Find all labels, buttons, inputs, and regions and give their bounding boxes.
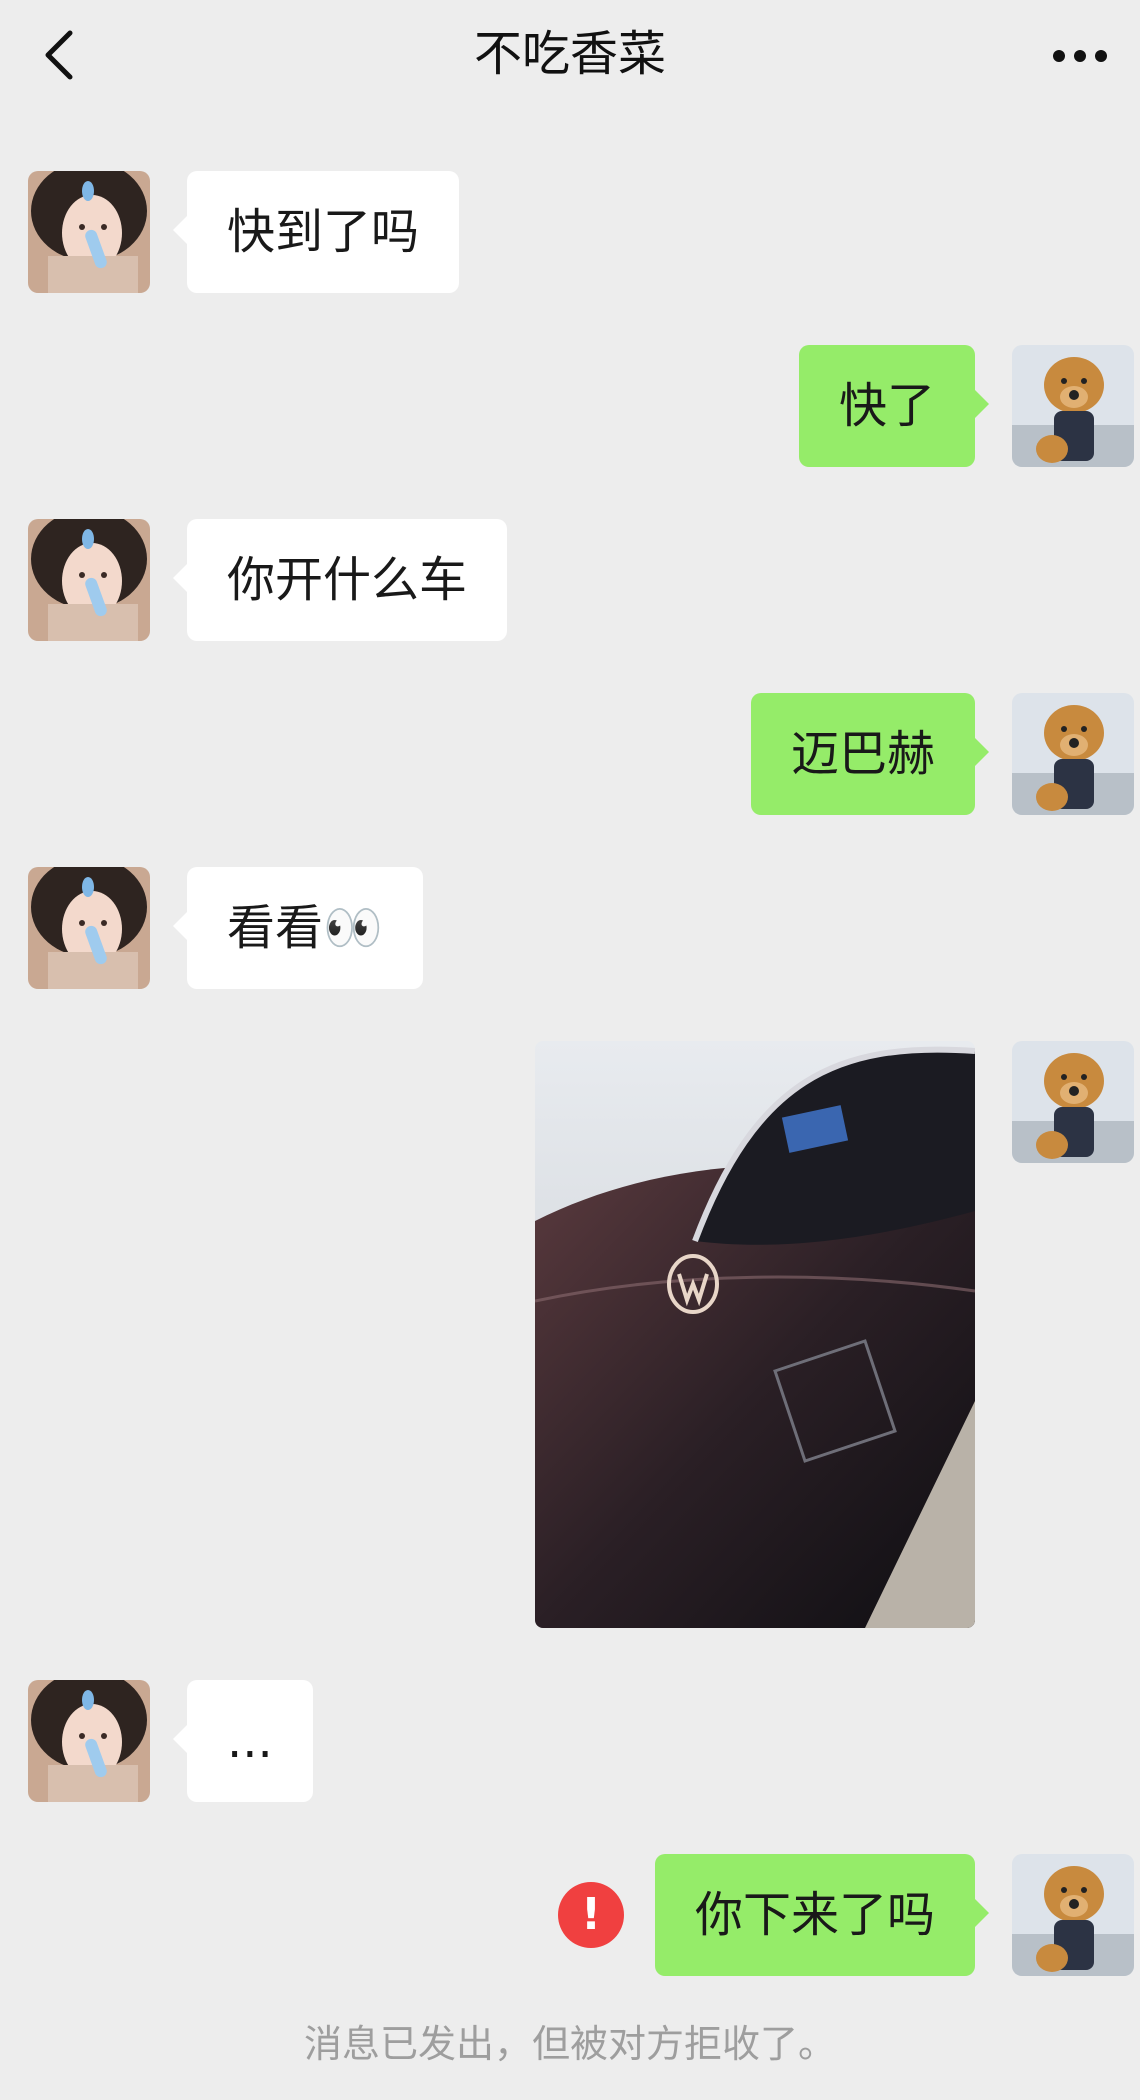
contact-avatar[interactable] bbox=[28, 867, 150, 989]
chat-header: 不吃香菜 bbox=[0, 0, 1140, 110]
send-failed-icon[interactable]: ! bbox=[558, 1882, 624, 1948]
more-options-button[interactable] bbox=[1040, 28, 1120, 84]
contact-avatar[interactable] bbox=[28, 1680, 150, 1802]
outgoing-message-bubble[interactable]: 你下来了吗 bbox=[654, 1854, 990, 1976]
my-avatar[interactable] bbox=[1012, 1041, 1134, 1163]
outgoing-message-bubble[interactable]: 快了 bbox=[798, 345, 990, 467]
outgoing-message-bubble[interactable]: 迈巴赫 bbox=[750, 693, 990, 815]
ellipsis-icon bbox=[1053, 50, 1107, 62]
my-avatar[interactable] bbox=[1012, 693, 1134, 815]
chat-title: 不吃香菜 bbox=[473, 26, 666, 82]
contact-avatar[interactable] bbox=[28, 519, 150, 641]
incoming-message-bubble[interactable]: 看看👀 bbox=[173, 867, 423, 989]
incoming-message-bubble[interactable]: 快到了吗 bbox=[172, 171, 460, 293]
incoming-message-bubble[interactable]: 你开什么车 bbox=[172, 519, 508, 641]
incoming-message-bubble[interactable]: ... bbox=[173, 1680, 313, 1802]
outgoing-image-message[interactable] bbox=[535, 1041, 975, 1628]
system-notice: 消息已发出，但被对方拒收了。 bbox=[303, 2022, 836, 2066]
contact-avatar[interactable] bbox=[28, 171, 150, 293]
my-avatar[interactable] bbox=[1012, 345, 1134, 467]
my-avatar[interactable] bbox=[1012, 1854, 1134, 1976]
